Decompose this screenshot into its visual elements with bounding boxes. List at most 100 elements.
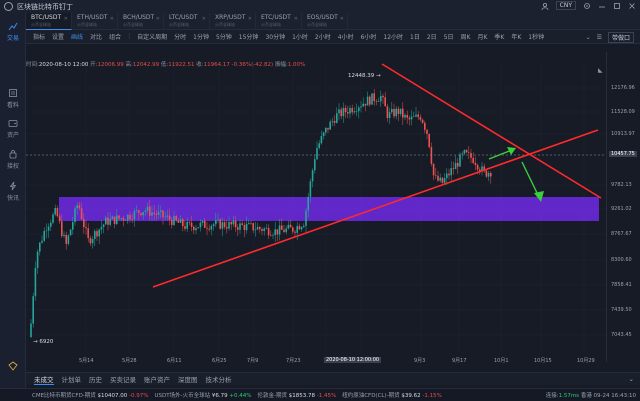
app-logo-icon [4, 2, 13, 11]
toolbar-item[interactable]: 分时 [174, 32, 186, 41]
toolbar-item[interactable]: 5日 [444, 32, 454, 41]
toolbar-item[interactable]: 月K [477, 32, 487, 41]
toolbar-item[interactable]: 组合 [109, 32, 121, 41]
candle-body [54, 208, 56, 215]
candle-body [98, 229, 100, 237]
toolbar-item[interactable]: 2小时 [315, 32, 331, 41]
close-label: 收: [196, 62, 204, 68]
toolbar-item[interactable]: 4小时 [338, 32, 354, 41]
settings-icon[interactable] [583, 2, 591, 10]
toolbar-item[interactable]: 对比 [90, 32, 102, 41]
candle-body [245, 223, 248, 231]
toolbar-item[interactable]: 2日 [427, 32, 437, 41]
sidebar-item-news[interactable]: 看料 [0, 88, 26, 109]
down-arrow-line [521, 161, 540, 198]
close-tab-icon[interactable]: ✕ [156, 16, 160, 22]
tab-xrp-usdt[interactable]: XRP/USDT 火币全球站 ✕ [210, 13, 256, 30]
toolbar-item[interactable]: 1分钟 [193, 32, 209, 41]
close-tab-icon[interactable]: ✕ [202, 16, 206, 22]
close-icon[interactable] [628, 2, 636, 10]
bottom-tab[interactable]: 未成交 [34, 374, 54, 385]
toolbar-item[interactable]: 6小时 [361, 32, 377, 41]
minimize-icon[interactable] [598, 2, 606, 10]
toolbar-item[interactable]: 画线 [71, 32, 83, 41]
bottom-tab[interactable]: 深度图 [178, 374, 198, 384]
currency-select[interactable]: CNY [555, 1, 576, 10]
menu-icon[interactable]: ☰ [597, 34, 602, 41]
bottom-tab[interactable]: 买卖记录 [110, 374, 136, 384]
toolbar-item[interactable]: 12小时 [383, 32, 403, 41]
ticker-item[interactable]: 伦敦金-期货 $1853.78 -1.45% [257, 391, 336, 399]
ticker-item[interactable]: CME比特币期货CFD-期货 $10407.00 -0.97% [32, 391, 149, 399]
sidebar-item-assets[interactable]: 资产 [0, 118, 26, 139]
ticker-item[interactable]: 纽约原油CFD(CL)-期货 $39.62 -1.15% [342, 391, 442, 399]
candle-body [226, 227, 228, 229]
sidebar-item-label: 看料 [6, 102, 19, 109]
toolbar-item[interactable]: 年K [511, 32, 521, 41]
candle-body [131, 219, 133, 220]
toolbar-item[interactable]: 15分钟 [239, 32, 259, 41]
toolbar-item[interactable]: 5分钟 [216, 32, 232, 41]
ticker-item[interactable]: USDT场外-火币全球站 ¥6.79 +0.44% [155, 391, 252, 399]
sidebar-item-label: 接权 [6, 163, 19, 170]
user-icon[interactable] [541, 2, 549, 10]
candle-body [208, 228, 210, 230]
candle-body [333, 120, 336, 123]
toolbar-item[interactable]: 设置 [52, 32, 64, 41]
candle-body [342, 107, 345, 117]
candle-body [382, 95, 384, 98]
candle-body [311, 170, 314, 182]
close-tab-icon[interactable]: ✕ [340, 16, 344, 22]
toolbar-item[interactable]: 季K [494, 32, 504, 41]
x-tick-label: 6月25 [212, 358, 227, 364]
tab-eth-usdt[interactable]: ETH/USDT 火币全球站 ✕ [72, 13, 118, 30]
tab-label: ETC/USDT [261, 14, 291, 21]
tab-eos-usdt[interactable]: EOS/USDT 火币全球站 ✕ [302, 13, 348, 30]
toolbar-item[interactable]: 1秒钟 [528, 32, 544, 41]
candle-body [430, 147, 433, 164]
bottom-tab[interactable]: 技术分析 [206, 374, 232, 384]
candle-body [212, 224, 215, 227]
candle-body [358, 107, 360, 112]
x-tick-label: 10月15 [534, 358, 552, 364]
candle-body [190, 222, 193, 227]
bottom-tab[interactable]: 历史 [89, 374, 102, 384]
low-annotation: → 6920 [33, 339, 54, 345]
tab-sub: 火币全球站 [307, 22, 327, 27]
close-tab-icon[interactable]: ✕ [110, 16, 114, 22]
candle-body [177, 220, 180, 223]
diamond-icon[interactable] [8, 361, 18, 371]
maximize-icon[interactable] [613, 2, 621, 10]
toolbar-item[interactable]: 指标 [33, 32, 45, 41]
candle-body [454, 162, 457, 170]
chevron-down-icon[interactable]: ⌄ [629, 375, 634, 383]
tab-ltc-usdt[interactable]: LTC/USDT 火币全球站 ✕ [164, 13, 210, 30]
bottom-tab[interactable]: 账户资产 [144, 374, 170, 384]
toolbar-item[interactable]: 自定义周期 [137, 32, 167, 41]
candle-body [32, 296, 34, 324]
close-tab-icon[interactable]: ✕ [294, 16, 298, 22]
tab-btc-usdt[interactable]: BTC/USDT 火币全球站 ✕ [26, 13, 72, 30]
candle-body [186, 222, 188, 229]
close-tab-icon[interactable]: ✕ [64, 16, 68, 22]
chevron-down-icon[interactable]: ⌄ [586, 34, 591, 41]
sidebar-item-flash[interactable]: 快讯 [0, 181, 26, 202]
tab-etc-usdt[interactable]: ETC/USDT 火币全球站 ✕ [256, 13, 302, 30]
sidebar-item-auth[interactable]: 接权 [0, 149, 26, 170]
candle-body [256, 227, 259, 230]
candle-body [243, 224, 246, 231]
tab-bch-usdt[interactable]: BCH/USDT 火币全球站 ✕ [118, 13, 164, 30]
margin-button[interactable]: 带做口 [607, 32, 634, 43]
toolbar-item[interactable]: 1小时 [292, 32, 308, 41]
toolbar-item[interactable]: 周K [461, 32, 471, 41]
bottom-tab[interactable]: 计划单 [62, 374, 82, 384]
candle-body [120, 218, 122, 219]
sidebar-item-trade[interactable]: 交易 [0, 21, 26, 42]
candle-body [41, 240, 43, 243]
tab-label: XRP/USDT [215, 14, 246, 21]
candlestick-chart[interactable]: 12448.39 →→ 6920◣ [26, 52, 606, 362]
tab-sub: 火币全球站 [169, 22, 189, 27]
close-tab-icon[interactable]: ✕ [248, 16, 252, 22]
toolbar-item[interactable]: 30分钟 [265, 32, 285, 41]
toolbar-item[interactable]: 1日 [410, 32, 420, 41]
